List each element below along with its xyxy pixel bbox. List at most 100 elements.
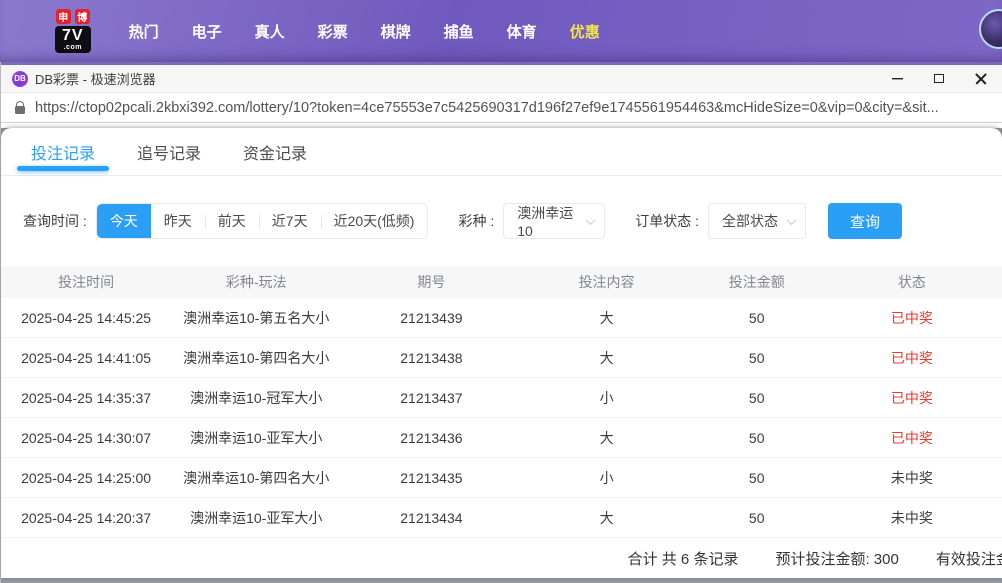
table-row: 2025-04-25 14:25:00澳洲幸运10-第四名大小21213435小… (1, 458, 1002, 498)
cell-issue: 21213437 (341, 390, 521, 406)
cell-amount: 50 (692, 430, 822, 446)
chevron-down-icon (787, 215, 797, 225)
table-row: 2025-04-25 14:45:25澳洲幸运10-第五名大小21213439大… (1, 298, 1002, 338)
cell-issue: 21213438 (341, 350, 521, 366)
logo-box: 7V .com (55, 26, 91, 54)
cell-amount: 50 (692, 350, 822, 366)
nav-item[interactable]: 电子 (190, 15, 224, 48)
status-filter-label: 订单状态 : (635, 211, 699, 231)
floating-widget-icon[interactable] (979, 9, 1002, 49)
table-header-row: 投注时间彩种-玩法期号投注内容投注金额状态 (1, 266, 1002, 298)
time-filter-option[interactable]: 近7天 (259, 204, 321, 238)
browser-titlebar: DB DB彩票 - 极速浏览器 (1, 62, 1002, 92)
logo-badge-shen: 申 (56, 9, 71, 24)
browser-favicon-icon: DB (12, 71, 28, 87)
column-header: 投注内容 (521, 272, 691, 292)
cell-content: 小 (521, 468, 691, 488)
nav-item[interactable]: 体育 (505, 15, 539, 48)
cell-status: 已中奖 (822, 348, 1002, 368)
logo-badges: 申 博 (56, 9, 90, 24)
cell-time: 2025-04-25 14:45:25 (1, 310, 171, 326)
cell-content: 大 (521, 508, 691, 528)
table-row: 2025-04-25 14:20:37澳洲幸运10-亚军大小21213434大5… (1, 498, 1002, 538)
cell-status: 已中奖 (822, 428, 1002, 448)
window-controls (876, 65, 1002, 92)
nav-item[interactable]: 真人 (253, 15, 287, 48)
cell-amount: 50 (692, 310, 822, 326)
column-header: 彩种-玩法 (171, 272, 341, 292)
chevron-down-icon (586, 215, 596, 225)
cell-time: 2025-04-25 14:25:00 (1, 470, 171, 486)
cell-issue: 21213434 (341, 510, 521, 526)
nav-item[interactable]: 棋牌 (379, 15, 413, 48)
maximize-button[interactable] (918, 65, 960, 92)
time-filter-option[interactable]: 前天 (205, 204, 259, 238)
search-button[interactable]: 查询 (828, 203, 902, 239)
minimize-button[interactable] (876, 65, 918, 92)
cell-content: 大 (521, 308, 691, 328)
site-nav-menu: 热门电子真人彩票棋牌捕鱼体育优惠 (127, 15, 602, 48)
cell-issue: 21213436 (341, 430, 521, 446)
bet-records-table: 投注时间彩种-玩法期号投注内容投注金额状态 2025-04-25 14:45:2… (1, 266, 1002, 538)
cell-status: 已中奖 (822, 388, 1002, 408)
table-row: 2025-04-25 14:41:05澳洲幸运10-第四名大小21213438大… (1, 338, 1002, 378)
nav-item[interactable]: 优惠 (568, 15, 602, 48)
time-filter-option[interactable]: 昨天 (151, 204, 205, 238)
site-navbar: 申 博 7V .com 热门电子真人彩票棋牌捕鱼体育优惠 (0, 0, 1002, 62)
cell-content: 大 (521, 428, 691, 448)
cell-status: 未中奖 (822, 468, 1002, 488)
maximize-icon (934, 74, 944, 83)
cell-status: 未中奖 (822, 508, 1002, 528)
lottery-select-value: 澳洲幸运10 (517, 203, 587, 239)
cell-amount: 50 (692, 390, 822, 406)
cell-game: 澳洲幸运10-亚军大小 (171, 428, 341, 448)
cell-time: 2025-04-25 14:41:05 (1, 350, 171, 366)
lottery-select[interactable]: 澳洲幸运10 (503, 203, 605, 239)
cell-game: 澳洲幸运10-冠军大小 (171, 388, 341, 408)
url-text[interactable]: https://ctop02pcali.2kbxi392.com/lottery… (35, 100, 939, 116)
summary-total-records: 合计 共 6 条记录 (628, 548, 739, 569)
logo-suffix-text: .com (62, 44, 84, 52)
lock-icon (15, 106, 25, 114)
cell-game: 澳洲幸运10-第四名大小 (171, 468, 341, 488)
time-filter-option[interactable]: 今天 (97, 204, 151, 238)
column-header: 期号 (341, 272, 521, 292)
time-filter-group: 今天昨天前天近7天近20天(低频) (96, 203, 429, 239)
minimize-icon (892, 78, 903, 79)
cell-time: 2025-04-25 14:20:37 (1, 510, 171, 526)
logo-badge-bo: 博 (75, 9, 90, 24)
time-filter-label: 查询时间 : (23, 211, 87, 231)
cell-status: 已中奖 (822, 308, 1002, 328)
nav-item[interactable]: 热门 (127, 15, 161, 48)
time-filter-option[interactable]: 近20天(低频) (321, 204, 428, 238)
record-tabs: 投注记录追号记录资金记录 (1, 128, 1002, 176)
cell-content: 大 (521, 348, 691, 368)
column-header: 投注时间 (1, 272, 171, 292)
address-bar[interactable]: https://ctop02pcali.2kbxi392.com/lottery… (1, 92, 1002, 123)
order-status-select[interactable]: 全部状态 (708, 203, 806, 239)
lottery-filter-label: 彩种 : (458, 211, 494, 231)
site-logo[interactable]: 申 博 7V .com (55, 9, 91, 54)
close-button[interactable] (960, 65, 1002, 92)
tab-item[interactable]: 投注记录 (31, 128, 95, 175)
page-content: 投注记录追号记录资金记录 查询时间 : 今天昨天前天近7天近20天(低频) 彩种… (1, 128, 1002, 583)
tab-item[interactable]: 资金记录 (243, 128, 307, 175)
cell-game: 澳洲幸运10-第五名大小 (171, 308, 341, 328)
column-header: 投注金额 (692, 272, 822, 292)
tab-item[interactable]: 追号记录 (137, 128, 201, 175)
records-card: 投注记录追号记录资金记录 查询时间 : 今天昨天前天近7天近20天(低频) 彩种… (1, 128, 1002, 578)
cell-content: 小 (521, 388, 691, 408)
cell-issue: 21213435 (341, 470, 521, 486)
summary-bar: 合计 共 6 条记录 预计投注金额: 300 有效投注金额: (1, 538, 1002, 578)
nav-item[interactable]: 捕鱼 (442, 15, 476, 48)
table-body: 2025-04-25 14:45:25澳洲幸运10-第五名大小21213439大… (1, 298, 1002, 538)
nav-item[interactable]: 彩票 (316, 15, 350, 48)
cell-game: 澳洲幸运10-第四名大小 (171, 348, 341, 368)
summary-valid-amount: 有效投注金额: (936, 548, 1002, 569)
column-header: 状态 (822, 272, 1002, 292)
cell-amount: 50 (692, 510, 822, 526)
table-row: 2025-04-25 14:35:37澳洲幸运10-冠军大小21213437小5… (1, 378, 1002, 418)
logo-brand-text: 7V (62, 28, 84, 44)
filter-bar: 查询时间 : 今天昨天前天近7天近20天(低频) 彩种 : 澳洲幸运10 订单状… (23, 203, 1002, 239)
summary-expected-amount: 预计投注金额: 300 (775, 548, 898, 569)
